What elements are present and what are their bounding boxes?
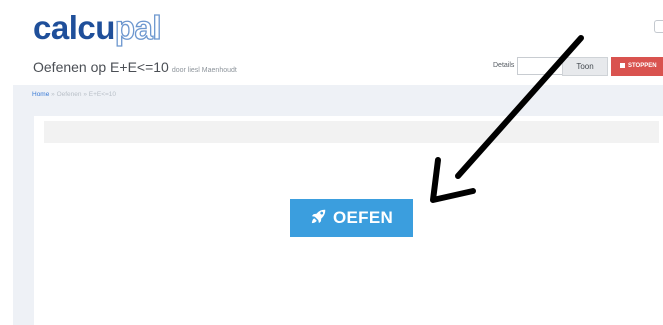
author-byline: door liesl Maenhoudt <box>171 67 237 74</box>
toon-button[interactable]: Toon <box>562 57 608 76</box>
breadcrumb-separator: » <box>81 91 89 98</box>
stop-square-icon <box>620 62 625 68</box>
exercise-title: Oefenen op E+E<=10 <box>33 59 169 75</box>
breadcrumb-home-link[interactable]: Home <box>32 91 49 98</box>
oefen-start-button[interactable]: OEFEN <box>290 199 413 237</box>
oefen-button-label: OEFEN <box>332 208 394 227</box>
breadcrumb-oefenen-link[interactable]: Oefenen <box>57 91 82 98</box>
stop-button-label: STOPPEN <box>628 63 657 69</box>
page: calcupal Oefenen op E+E<=10 door liesl Ma… <box>0 0 663 325</box>
breadcrumb-separator: » <box>49 91 57 98</box>
logout-icon[interactable] <box>654 20 663 33</box>
calcupal-logo[interactable]: calcupal <box>33 8 162 48</box>
details-label: Details <box>493 62 515 69</box>
stop-button[interactable]: STOPPEN <box>611 57 663 76</box>
details-input[interactable] <box>517 57 563 75</box>
breadcrumb-current: E+E<=10 <box>88 91 117 98</box>
logo-text-dark: calcu <box>33 9 115 46</box>
panel-header-bar <box>44 121 659 143</box>
page-title: Oefenen op E+E<=10 door liesl Maenhoudt <box>33 59 237 75</box>
rocket-icon <box>310 201 327 239</box>
logo-text-light: pal <box>114 8 162 46</box>
breadcrumb: Home » Oefenen » E+E<=10 <box>32 91 116 98</box>
